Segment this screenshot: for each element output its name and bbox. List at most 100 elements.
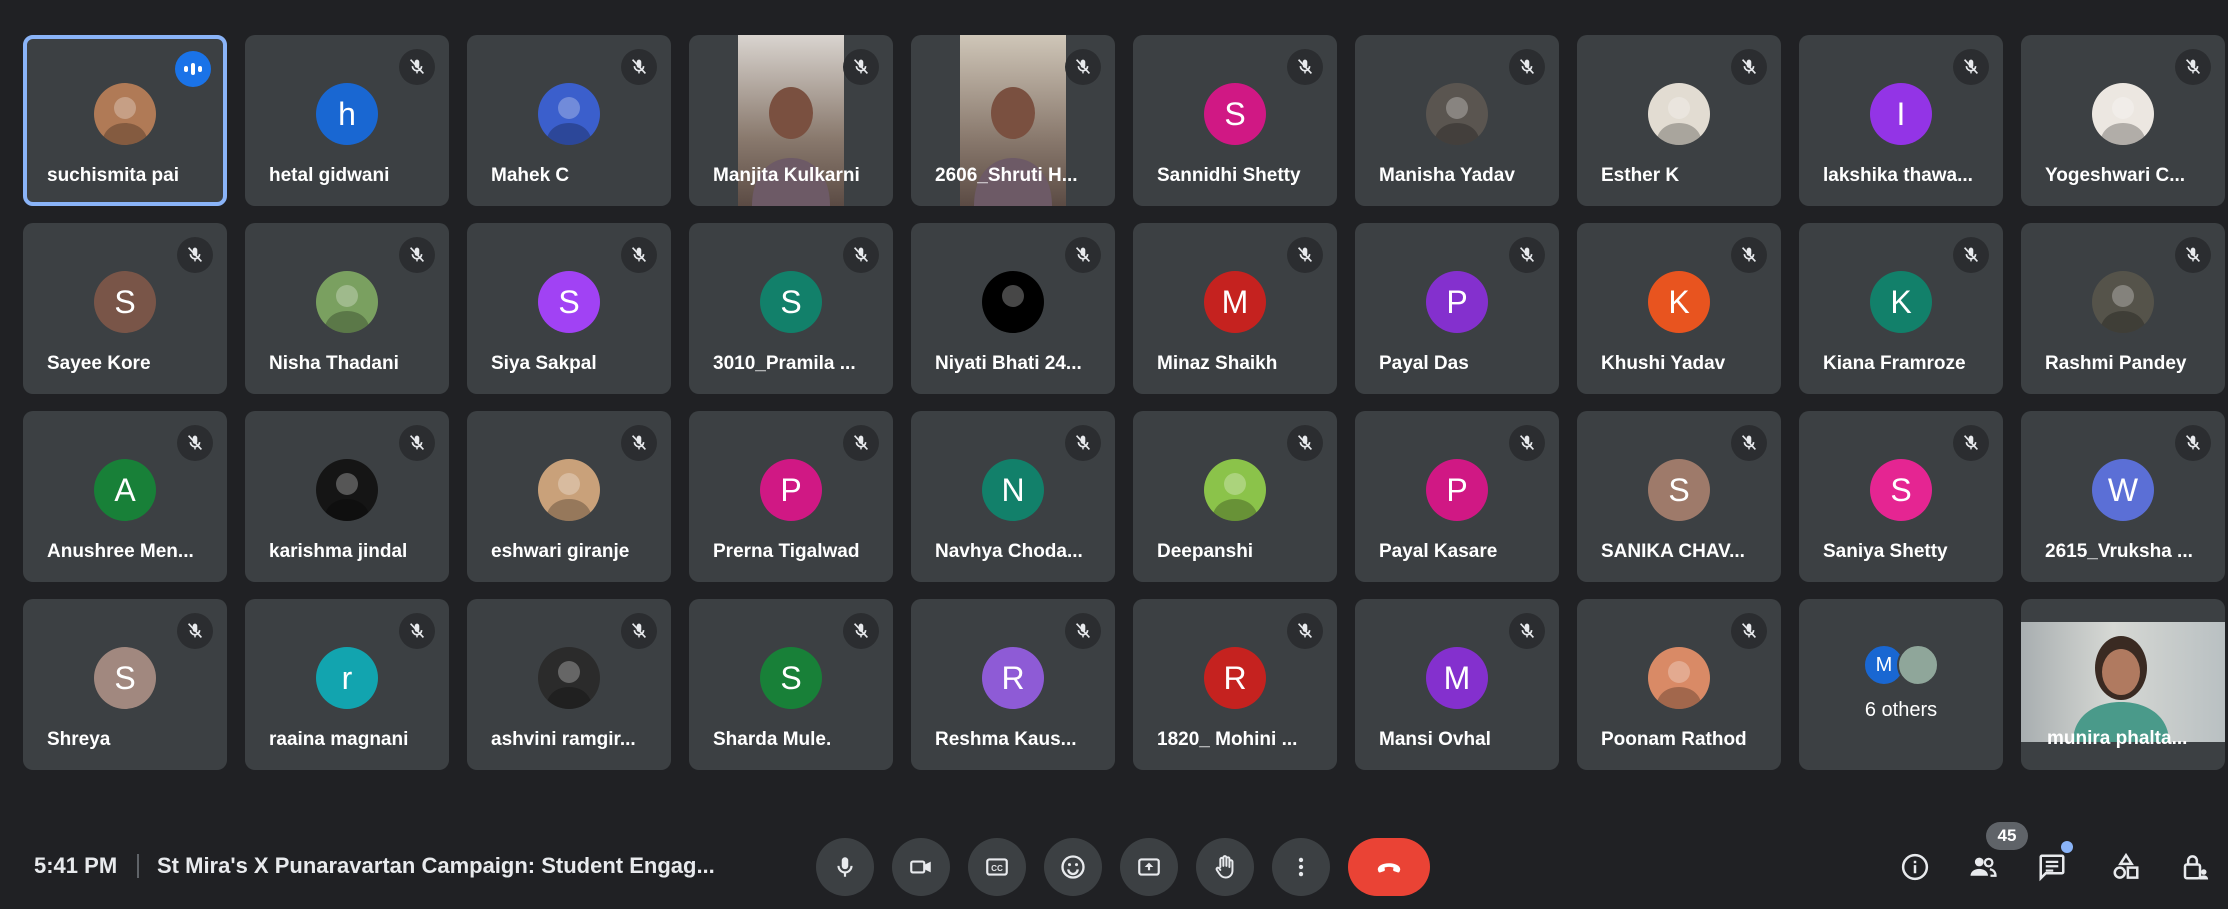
activities-button[interactable] [2106,847,2146,887]
activities-icon [2113,852,2139,879]
participant-tile[interactable]: A Anushree Men... [23,411,227,582]
participant-tile[interactable]: suchismita pai [23,35,227,206]
participant-tile[interactable]: r raaina magnani [245,599,449,770]
others-count-label: 6 others [1864,699,1938,721]
mic-off-icon [1731,49,1767,85]
participant-tile[interactable]: Niyati Bhati 24... [911,223,1115,394]
people-count-badge: 45 [1986,822,2028,850]
emoji-icon [1061,855,1085,879]
raise-hand-button[interactable] [1196,838,1254,896]
participant-avatar: W [2092,459,2154,521]
participant-tile[interactable]: P Payal Das [1355,223,1559,394]
participant-avatar: P [760,459,822,521]
self-view-tile[interactable]: munira phalta... [2021,599,2225,770]
meeting-details-button[interactable] [1895,847,1935,887]
self-video [2021,622,2225,742]
participant-tile[interactable]: S Sharda Mule. [689,599,893,770]
participant-tile[interactable]: M Minaz Shaikh [1133,223,1337,394]
participant-avatar [316,459,378,521]
mic-off-icon [621,613,657,649]
participant-tile[interactable]: karishma jindal [245,411,449,582]
participant-tile[interactable]: K Khushi Yadav [1577,223,1781,394]
mic-off-icon [1731,237,1767,273]
participant-tile[interactable]: S Saniya Shetty [1799,411,2003,582]
participant-tile[interactable]: S SANIKA CHAV... [1577,411,1781,582]
participant-tile[interactable]: Nisha Thadani [245,223,449,394]
participant-tile[interactable]: Manjita Kulkarni [689,35,893,206]
participant-tile[interactable]: Deepanshi [1133,411,1337,582]
participant-name: Khushi Yadav [1601,353,1726,374]
participant-tile[interactable]: S Shreya [23,599,227,770]
leave-call-button[interactable] [1348,838,1430,896]
mic-off-icon [1287,49,1323,85]
participant-tile[interactable]: Manisha Yadav [1355,35,1559,206]
participant-avatar: K [1870,271,1932,333]
participant-name: Shreya [47,729,111,750]
participant-avatar: S [1648,459,1710,521]
mic-off-icon [1287,613,1323,649]
mic-off-icon [621,425,657,461]
participant-tile[interactable]: 2606_Shruti H... [911,35,1115,206]
divider [137,854,139,878]
participant-tile[interactable]: Esther K [1577,35,1781,206]
participant-name: Mansi Ovhal [1379,729,1491,750]
participant-tile[interactable]: ashvini ramgir... [467,599,671,770]
participant-tile[interactable]: eshwari giranje [467,411,671,582]
participant-tile[interactable]: h hetal gidwani [245,35,449,206]
participant-name: 2615_Vruksha ... [2045,541,2193,562]
participant-avatar: I [1870,83,1932,145]
mic-off-icon [1953,237,1989,273]
participant-tile[interactable]: Rashmi Pandey [2021,223,2225,394]
participant-tile[interactable]: Yogeshwari C... [2021,35,2225,206]
info-icon [1901,853,1929,881]
participant-name: 1820_ Mohini ... [1157,729,1298,750]
mic-off-icon [2175,49,2211,85]
mic-off-icon [399,49,435,85]
participant-avatar [538,647,600,709]
participant-tile[interactable]: P Payal Kasare [1355,411,1559,582]
speaking-indicator-icon [175,51,211,87]
participant-avatar: A [94,459,156,521]
mic-off-icon [1287,237,1323,273]
participant-tile[interactable]: P Prerna Tigalwad [689,411,893,582]
participant-tile[interactable]: Poonam Rathod [1577,599,1781,770]
participant-tile[interactable]: R 1820_ Mohini ... [1133,599,1337,770]
participant-avatar: S [538,271,600,333]
others-tile[interactable]: M 6 others [1799,599,2003,770]
participant-tile[interactable]: M Mansi Ovhal [1355,599,1559,770]
mic-off-icon [1509,237,1545,273]
participant-tile[interactable]: W 2615_Vruksha ... [2021,411,2225,582]
participant-avatar: S [94,271,156,333]
participant-tile[interactable]: S 3010_Pramila ... [689,223,893,394]
mic-off-icon [843,49,879,85]
host-controls-button[interactable] [2175,847,2215,887]
participant-name: Prerna Tigalwad [713,541,860,562]
participant-tile[interactable]: Mahek C [467,35,671,206]
more-options-button[interactable] [1272,838,1330,896]
camera-button[interactable] [892,838,950,896]
captions-button[interactable]: CC [968,838,1026,896]
mic-off-icon [399,425,435,461]
present-button[interactable] [1120,838,1178,896]
participant-name: Payal Kasare [1379,541,1498,562]
participant-tile[interactable]: S Sannidhi Shetty [1133,35,1337,206]
reactions-button[interactable] [1044,838,1102,896]
participant-tile[interactable]: N Navhya Choda... [911,411,1115,582]
participant-grid: suchismita pai h hetal gidwani Mahek C Manji… [23,35,2225,770]
participant-name: Navhya Choda... [935,541,1083,562]
participant-tile[interactable]: S Sayee Kore [23,223,227,394]
participant-name: eshwari giranje [491,541,630,562]
people-button[interactable] [1963,847,2003,887]
self-name: munira phalta... [2047,728,2188,749]
microphone-button[interactable] [816,838,874,896]
participant-avatar: R [982,647,1044,709]
participant-tile[interactable]: R Reshma Kaus... [911,599,1115,770]
chat-button[interactable] [2032,847,2072,887]
participant-tile[interactable]: Ilakshika thawa... [1799,35,2003,206]
participant-name: raaina magnani [269,729,409,750]
participant-avatar: S [760,647,822,709]
participant-tile[interactable]: K Kiana Framroze [1799,223,2003,394]
mic-off-icon [177,425,213,461]
participant-tile[interactable]: S Siya Sakpal [467,223,671,394]
participant-avatar [538,459,600,521]
